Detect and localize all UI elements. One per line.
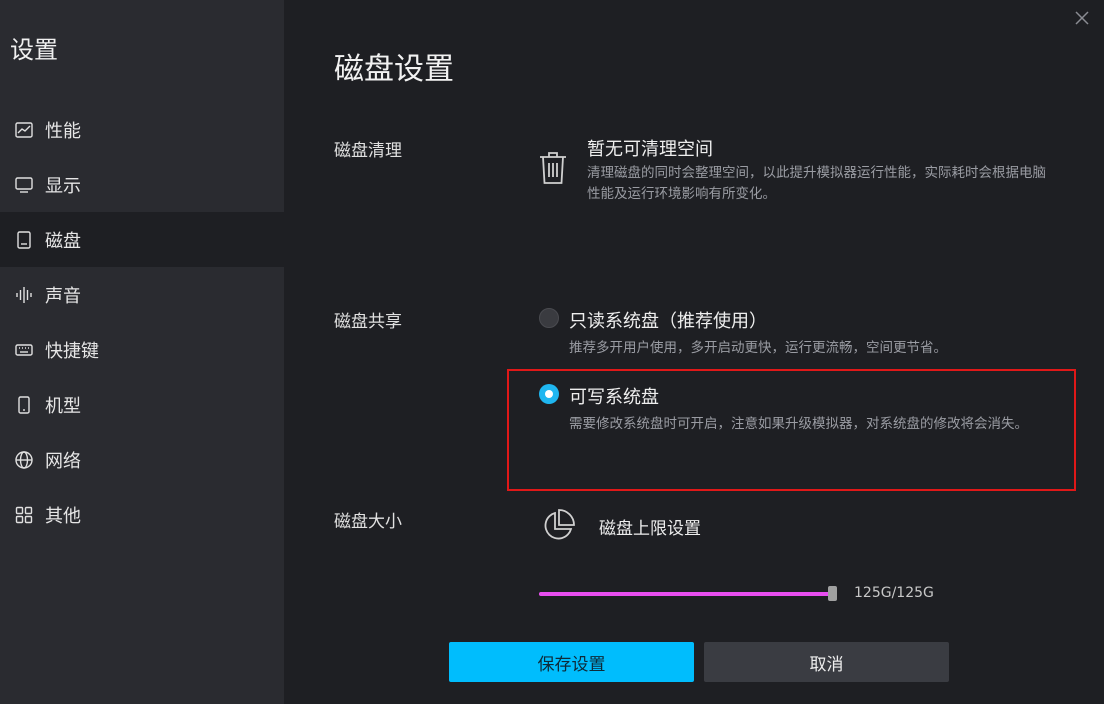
sidebar-item-other[interactable]: 其他 <box>0 487 284 542</box>
save-button[interactable]: 保存设置 <box>449 642 694 682</box>
monitor-icon <box>14 175 34 195</box>
size-section-label: 磁盘大小 <box>334 512 402 532</box>
pie-chart-icon <box>540 508 576 544</box>
close-button[interactable] <box>1072 8 1092 28</box>
phone-icon <box>14 395 34 415</box>
sharing-section-label: 磁盘共享 <box>334 312 402 332</box>
sidebar-item-label: 快捷键 <box>45 340 99 362</box>
sidebar-title: 设置 <box>10 36 58 64</box>
writable-radio[interactable] <box>539 384 559 404</box>
writable-option-description: 需要修改系统盘时可开启，注意如果升级模拟器，对系统盘的修改将会消失。 <box>569 416 1028 432</box>
readonly-option-title[interactable]: 只读系统盘（推荐使用） <box>569 307 767 333</box>
sidebar-item-shortcuts[interactable]: 快捷键 <box>0 322 284 377</box>
cancel-button[interactable]: 取消 <box>704 642 949 682</box>
globe-icon <box>14 450 34 470</box>
cleanup-description: 清理磁盘的同时会整理空间，以此提升模拟器运行性能，实际耗时会根据电脑性能及运行环… <box>587 165 1046 202</box>
page-title: 磁盘设置 <box>334 52 454 87</box>
sidebar-nav: 性能 显示 磁盘 声音 快捷键 机型 网络 其他 <box>0 102 284 542</box>
cleanup-section-label: 磁盘清理 <box>334 141 402 161</box>
sidebar-item-label: 显示 <box>45 175 81 197</box>
sidebar-item-label: 磁盘 <box>45 230 81 252</box>
limit-title: 磁盘上限设置 <box>599 519 701 539</box>
sidebar-item-disk[interactable]: 磁盘 <box>0 212 284 267</box>
close-icon <box>1075 11 1089 25</box>
grid-icon <box>14 505 34 525</box>
keyboard-icon <box>14 340 34 360</box>
sidebar-item-network[interactable]: 网络 <box>0 432 284 487</box>
readonly-radio[interactable] <box>539 308 559 328</box>
slider-handle[interactable] <box>828 586 837 601</box>
readonly-option-description: 推荐多开用户使用，多开启动更快，运行更流畅，空间更节省。 <box>569 340 947 356</box>
sidebar-item-device-model[interactable]: 机型 <box>0 377 284 432</box>
trash-icon[interactable] <box>538 150 568 186</box>
sidebar-item-display[interactable]: 显示 <box>0 157 284 212</box>
sidebar-item-performance[interactable]: 性能 <box>0 102 284 157</box>
disk-size-value: 125G/125G <box>854 585 934 601</box>
sidebar-item-label: 声音 <box>45 285 81 307</box>
disk-size-slider[interactable] <box>539 586 837 601</box>
sidebar-item-label: 网络 <box>45 450 81 472</box>
sidebar-item-sound[interactable]: 声音 <box>0 267 284 322</box>
soundwave-icon <box>14 285 34 305</box>
disk-icon <box>14 230 34 250</box>
slider-fill <box>539 592 837 596</box>
sidebar-item-label: 其他 <box>45 505 81 527</box>
cleanup-title: 暂无可清理空间 <box>587 139 713 160</box>
sidebar-item-label: 机型 <box>45 395 81 417</box>
sidebar: 设置 性能 显示 磁盘 声音 快捷键 机型 网络 其他 <box>0 0 284 704</box>
chart-icon <box>14 120 34 140</box>
sidebar-item-label: 性能 <box>45 120 81 142</box>
writable-option-title[interactable]: 可写系统盘 <box>569 383 659 409</box>
